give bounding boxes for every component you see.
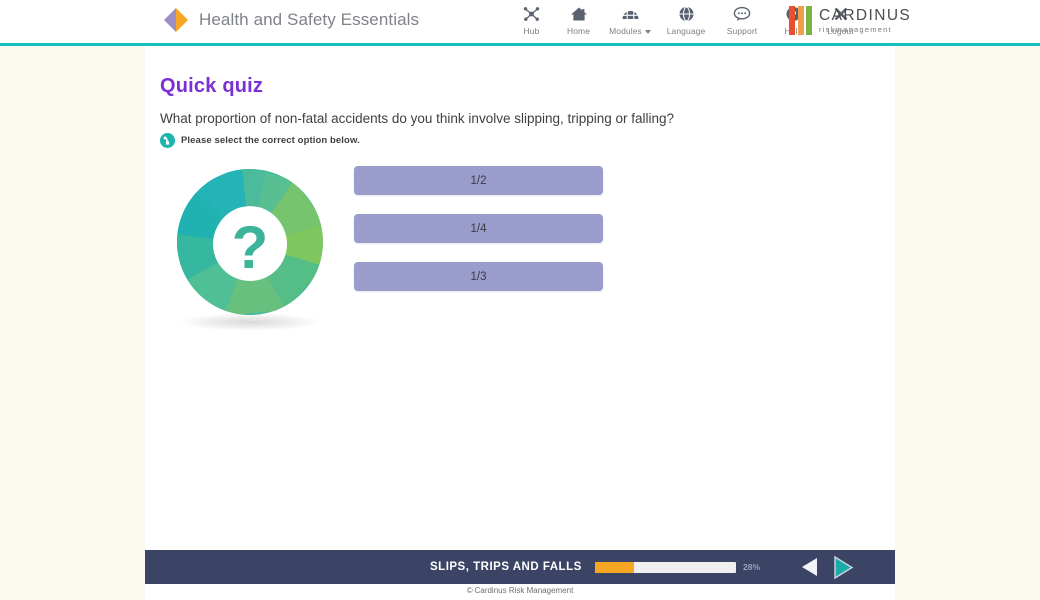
copyright-symbol: © [466, 586, 473, 595]
progress-track [595, 561, 736, 573]
previous-arrow-icon[interactable] [800, 556, 820, 578]
app-header: Health and Safety Essentials Hub Home Mo… [0, 0, 1040, 43]
cardinus-subtitle: riskmanagement [819, 25, 892, 34]
nav-label-language: Language [666, 26, 706, 36]
hub-network-icon [523, 4, 540, 24]
click-hand-icon [160, 133, 175, 148]
answer-option[interactable]: 1/3 [354, 262, 603, 291]
nav-item-modules[interactable]: Modules [602, 4, 658, 36]
quiz-question-text: What proportion of non-fatal accidents d… [160, 111, 675, 126]
cardinus-bars-icon [789, 6, 812, 35]
nav-label-hub: Hub [523, 26, 540, 36]
page-title: Quick quiz [160, 75, 264, 97]
chevron-down-icon [644, 29, 651, 34]
cardinus-name: CARDINUS [819, 6, 912, 24]
answer-option[interactable]: 1/4 [354, 214, 603, 243]
nav-label-support: Support [726, 26, 758, 36]
nav-item-hub[interactable]: Hub [508, 4, 555, 36]
home-house-icon [570, 4, 588, 24]
nav-item-home[interactable]: Home [555, 4, 602, 36]
next-arrow-icon[interactable] [832, 555, 855, 580]
answer-options: 1/2 1/4 1/3 [354, 166, 603, 291]
progress-indicator: 28% [595, 561, 761, 573]
svg-text:?: ? [232, 214, 269, 281]
nav-label-modules: Modules [609, 26, 651, 36]
answer-option[interactable]: 1/2 [354, 166, 603, 195]
globe-icon [678, 4, 695, 24]
footer-copyright: © Cardinus Risk Management [0, 586, 1040, 595]
speech-bubble-icon [733, 4, 751, 24]
bottom-bar: SLIPS, TRIPS AND FALLS 28% [145, 550, 895, 584]
modules-grid-icon [621, 4, 640, 24]
question-mark-donut-icon: ? [168, 162, 333, 332]
nav-item-language[interactable]: Language [658, 4, 714, 36]
copyright-text: Cardinus Risk Management [474, 586, 574, 595]
slide-navigation [800, 555, 855, 580]
nav-label-home: Home [566, 26, 591, 36]
progress-label: 28% [743, 562, 761, 572]
nav-item-support[interactable]: Support [714, 4, 770, 36]
diamond-logo-icon [163, 7, 189, 33]
cardinus-logo: CARDINUS riskmanagement [789, 6, 911, 35]
quiz-instruction-text: Please select the correct option below. [181, 135, 360, 146]
module-title: SLIPS, TRIPS AND FALLS [430, 561, 582, 573]
quiz-instruction: Please select the correct option below. [160, 133, 360, 148]
progress-fill [595, 561, 635, 573]
brand: Health and Safety Essentials [163, 7, 419, 33]
app-title: Health and Safety Essentials [199, 10, 420, 29]
